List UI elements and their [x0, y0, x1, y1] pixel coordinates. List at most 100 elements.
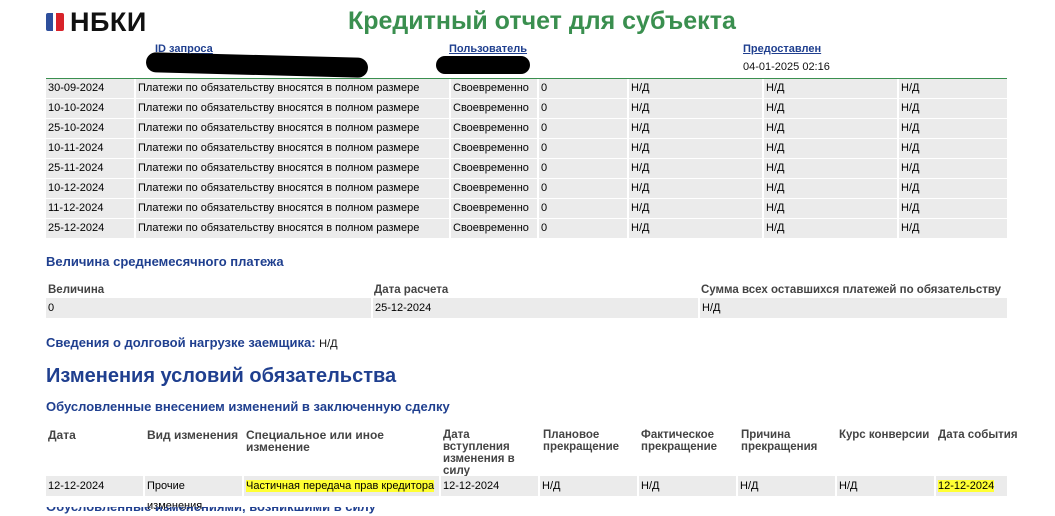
table-cell: 0: [46, 298, 371, 318]
table-cell: 0: [539, 179, 627, 198]
table-cell: Прочие изменения: [145, 476, 242, 512]
changes-title: Изменения условий обязательства: [46, 365, 397, 387]
table-cell: 0: [539, 79, 627, 98]
table-cell: Н/Д: [540, 476, 637, 496]
table-cell: 12-12-2024: [936, 476, 1007, 496]
cell-text: 12-12-2024: [938, 480, 995, 492]
table-row: 10-11-2024 Платежи по обязательству внося…: [46, 139, 1007, 158]
changes-col-actual-end: Фактическое прекращение: [641, 429, 718, 453]
table-cell: Платежи по обязательству вносятся в полн…: [136, 79, 449, 98]
cell-text: Н/Д: [839, 480, 858, 492]
changes-col-end-reason: Причина прекращения: [741, 429, 818, 453]
report-title: Кредитный отчет для субъекта: [348, 7, 736, 35]
user-label[interactable]: Пользователь: [449, 43, 527, 55]
table-cell: Своевременно: [451, 219, 537, 238]
table-cell: Своевременно: [451, 179, 537, 198]
table-cell: Н/Д: [899, 159, 1007, 178]
table-cell: 0: [539, 119, 627, 138]
avg-col-sum: Сумма всех оставшихся платежей по обязат…: [701, 284, 1002, 296]
redaction-mark: [145, 52, 369, 78]
table-cell: Частичная передача прав кредитора: [244, 476, 439, 496]
cell-text: Н/Д: [641, 480, 660, 492]
table-cell: Н/Д: [629, 79, 762, 98]
debt-load-label: Сведения о долговой нагрузке заемщика:: [46, 335, 316, 350]
table-cell: 10-10-2024: [46, 99, 134, 118]
table-cell: Н/Д: [764, 159, 897, 178]
table-cell: 25-11-2024: [46, 159, 134, 178]
table-cell: Н/Д: [764, 99, 897, 118]
table-cell: Н/Д: [629, 99, 762, 118]
table-cell: 25-12-2024: [373, 298, 698, 318]
table-cell: Своевременно: [451, 139, 537, 158]
avg-col-date: Дата расчета: [374, 284, 449, 296]
table-cell: Н/Д: [899, 139, 1007, 158]
changes-col-type: Вид изменения: [147, 428, 239, 442]
table-cell: 10-11-2024: [46, 139, 134, 158]
table-cell: Н/Д: [764, 79, 897, 98]
table-cell: Н/Д: [899, 79, 1007, 98]
table-cell: Н/Д: [629, 179, 762, 198]
table-cell: Платежи по обязательству вносятся в полн…: [136, 159, 449, 178]
table-cell: Н/Д: [899, 199, 1007, 218]
table-cell: Своевременно: [451, 79, 537, 98]
provided-label[interactable]: Предоставлен: [743, 43, 821, 55]
table-row: 12-12-2024 Прочие изменения Частичная пере…: [46, 476, 1007, 512]
table-row: 25-12-2024 Платежи по обязательству внося…: [46, 219, 1007, 238]
debt-load-value: Н/Д: [319, 338, 338, 350]
table-cell: Платежи по обязательству вносятся в полн…: [136, 199, 449, 218]
table-cell: 12-12-2024: [46, 476, 143, 496]
table-row: 30-09-2024 Платежи по обязательству внося…: [46, 79, 1007, 98]
changes-col-event-date: Дата события: [938, 429, 1018, 441]
table-cell: Платежи по обязательству вносятся в полн…: [136, 139, 449, 158]
table-cell: 0: [539, 219, 627, 238]
changes-col-special: Специальное или иное изменение: [246, 428, 384, 454]
table-cell: Н/Д: [764, 179, 897, 198]
table-cell: Н/Д: [899, 119, 1007, 138]
table-cell: Н/Д: [738, 476, 835, 496]
table-cell: 0: [539, 199, 627, 218]
table-cell: Н/Д: [639, 476, 736, 496]
table-cell: Платежи по обязательству вносятся в полн…: [136, 179, 449, 198]
table-row: 25-10-2024 Платежи по обязательству внося…: [46, 119, 1007, 138]
table-cell: Своевременно: [451, 159, 537, 178]
avg-payment-title: Величина среднемесячного платежа: [46, 254, 284, 269]
table-cell: 0: [539, 99, 627, 118]
table-cell: Своевременно: [451, 99, 537, 118]
table-cell: Н/Д: [899, 219, 1007, 238]
table-cell: Н/Д: [629, 199, 762, 218]
table-cell: Н/Д: [764, 139, 897, 158]
table-cell: Своевременно: [451, 199, 537, 218]
table-cell: Платежи по обязательству вносятся в полн…: [136, 219, 449, 238]
table-cell: Н/Д: [899, 179, 1007, 198]
provided-value: 04-01-2025 02:16: [743, 61, 830, 73]
table-row: 25-11-2024 Платежи по обязательству внося…: [46, 159, 1007, 178]
table-row: 10-12-2024 Платежи по обязательству внося…: [46, 179, 1007, 198]
changes-subtitle: Обусловленные внесением изменений в закл…: [46, 399, 450, 414]
table-cell: Н/Д: [629, 119, 762, 138]
table-cell: Н/Д: [700, 298, 1007, 318]
table-cell: 10-12-2024: [46, 179, 134, 198]
table-cell: Н/Д: [764, 199, 897, 218]
table-cell: 30-09-2024: [46, 79, 134, 98]
changes-col-date: Дата: [48, 428, 76, 442]
nbki-logo: НБКИ: [46, 6, 147, 37]
table-cell: Н/Д: [629, 219, 762, 238]
table-cell: Н/Д: [837, 476, 934, 496]
cell-text: Частичная передача прав кредитора: [246, 480, 435, 492]
cell-text: Н/Д: [740, 480, 759, 492]
table-row: 11-12-2024 Платежи по обязательству внося…: [46, 199, 1007, 218]
cell-text: 12-12-2024: [48, 480, 105, 492]
debt-load-line: Сведения о долговой нагрузке заемщика: Н…: [46, 335, 338, 350]
table-row: 10-10-2024 Платежи по обязательству внося…: [46, 99, 1007, 118]
table-cell: 0: [539, 159, 627, 178]
nbki-flag-icon: [46, 11, 64, 33]
table-cell: 11-12-2024: [46, 199, 134, 218]
table-cell: Н/Д: [629, 159, 762, 178]
logo-text: НБКИ: [70, 6, 147, 37]
table-cell: 25-12-2024: [46, 219, 134, 238]
table-cell: Н/Д: [629, 139, 762, 158]
changes-col-planned-end: Плановое прекращение: [543, 429, 620, 453]
table-cell: 25-10-2024: [46, 119, 134, 138]
table-cell: 12-12-2024: [441, 476, 538, 496]
changes-col-rate: Курс конверсии: [839, 429, 930, 441]
